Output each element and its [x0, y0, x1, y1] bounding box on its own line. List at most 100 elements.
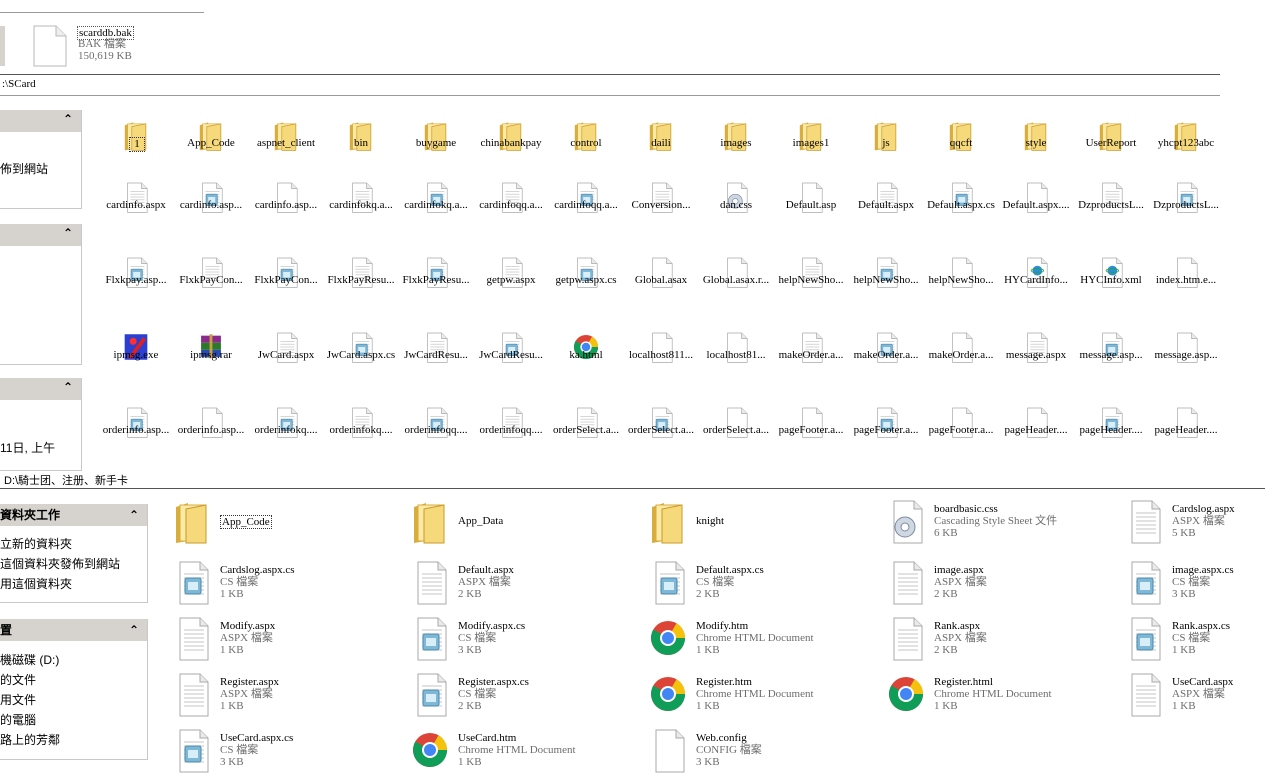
icon-item[interactable]: cardinfokq.a... [324, 180, 398, 224]
file-tile[interactable]: knight [644, 497, 874, 547]
icon-item[interactable]: Default.aspx.... [999, 180, 1073, 224]
icon-item[interactable]: cardinfo.aspx [99, 180, 173, 224]
icon-item[interactable]: helpNewSho... [774, 255, 848, 299]
icon-item[interactable]: getpw.aspx.cs [549, 255, 623, 299]
icon-item[interactable]: message.aspx [999, 330, 1073, 374]
icon-item[interactable]: helpNewSho... [924, 255, 998, 299]
icon-item[interactable]: pageFooter.a... [849, 405, 923, 449]
upper-address-bar[interactable]: :\SCard [2, 78, 36, 90]
chevron-up-icon[interactable]: ⌃ [63, 112, 73, 126]
place-local-disk[interactable]: 機磁碟 (D:) [0, 651, 59, 668]
icon-item[interactable]: daili [624, 118, 698, 162]
icon-item[interactable]: pageFooter.a... [774, 405, 848, 449]
icon-item[interactable]: UserReport [1074, 118, 1148, 162]
icon-item[interactable]: Flxkpay.asp... [99, 255, 173, 299]
icon-item[interactable]: ipmsg.exe [99, 330, 173, 374]
upper-pane-3-header[interactable]: ⌃ [0, 378, 81, 400]
icon-item[interactable]: orderinfo.asp... [174, 405, 248, 449]
icon-item[interactable]: pageFooter.a... [924, 405, 998, 449]
icon-item[interactable]: control [549, 118, 623, 162]
icon-item[interactable]: localhost811... [624, 330, 698, 374]
file-tile[interactable]: Register.htm Chrome HTML Document 1 KB [644, 670, 874, 720]
chevron-up-icon[interactable]: ⌃ [129, 619, 139, 641]
icon-item[interactable]: makeOrder.a... [774, 330, 848, 374]
file-tile[interactable]: Rank.aspx ASPX 檔案 2 KB [882, 614, 1112, 664]
place-shared-documents[interactable]: 用文件 [0, 691, 36, 708]
chevron-up-icon[interactable]: ⌃ [63, 226, 73, 240]
icon-item[interactable]: message.asp... [1074, 330, 1148, 374]
file-tile[interactable]: Cardslog.aspx ASPX 檔案 5 KB [1120, 497, 1279, 547]
icon-item[interactable]: JwCardResu... [474, 330, 548, 374]
icon-item[interactable]: FlxkPayCon... [174, 255, 248, 299]
icon-item[interactable]: cardinfo.asp... [249, 180, 323, 224]
place-my-documents[interactable]: 的文件 [0, 671, 36, 688]
icon-item[interactable]: ka.html [549, 330, 623, 374]
task-publish-web[interactable]: 這個資料夾發佈到網站 [0, 555, 120, 572]
file-tile[interactable]: Modify.aspx ASPX 檔案 1 KB [168, 614, 398, 664]
icon-item[interactable]: images [699, 118, 773, 162]
icon-item[interactable]: bin [324, 118, 398, 162]
file-tile[interactable]: Default.aspx ASPX 檔案 2 KB [406, 558, 636, 608]
file-tile[interactable]: image.aspx ASPX 檔案 2 KB [882, 558, 1112, 608]
icon-item[interactable]: cardinfoqq.a... [474, 180, 548, 224]
icon-item[interactable]: makeOrder.a... [924, 330, 998, 374]
icon-item[interactable]: FlxkPayResu... [399, 255, 473, 299]
icon-item[interactable]: buygame [399, 118, 473, 162]
icon-item[interactable]: Global.asax.r... [699, 255, 773, 299]
icon-item[interactable]: orderinfoqq.... [474, 405, 548, 449]
lower-address-bar[interactable]: D:\騎士团、注册、新手卡 [4, 472, 128, 488]
icon-item[interactable]: cardinfoqq.a... [549, 180, 623, 224]
icon-item[interactable]: FlxkPayResu... [324, 255, 398, 299]
icon-item[interactable]: pageHeader.... [1149, 405, 1223, 449]
upper-pane-2-header[interactable]: ⌃ [0, 224, 81, 246]
file-tile[interactable]: Rank.aspx.cs CS 檔案 1 KB [1120, 614, 1279, 664]
icon-item[interactable]: orderSelect.a... [699, 405, 773, 449]
chevron-up-icon[interactable]: ⌃ [129, 504, 139, 526]
icon-item[interactable]: FlxkPayCon... [249, 255, 323, 299]
icon-item[interactable]: helpNewSho... [849, 255, 923, 299]
task-share-folder[interactable]: 用這個資料夾 [0, 575, 72, 592]
file-tile[interactable]: App_Data [406, 497, 636, 547]
lower-pane-places-header[interactable]: 置 ⌃ [0, 619, 147, 641]
file-tile[interactable]: Modify.htm Chrome HTML Document 1 KB [644, 614, 874, 664]
icon-item[interactable]: orderinfokq.... [249, 405, 323, 449]
file-tile[interactable]: image.aspx.cs CS 檔案 3 KB [1120, 558, 1279, 608]
icon-item[interactable]: orderinfoqq.... [399, 405, 473, 449]
icon-item[interactable]: DzproductsL... [1149, 180, 1223, 224]
file-tile[interactable]: Cardslog.aspx.cs CS 檔案 1 KB [168, 558, 398, 608]
icon-item[interactable]: images1 [774, 118, 848, 162]
icon-item[interactable]: App_Code [174, 118, 248, 162]
file-tile[interactable]: Register.aspx.cs CS 檔案 2 KB [406, 670, 636, 720]
icon-item[interactable]: index.htm.e... [1149, 255, 1223, 299]
task-new-folder[interactable]: 立新的資料夾 [0, 535, 72, 552]
icon-item[interactable]: Default.aspx [849, 180, 923, 224]
icon-item[interactable]: js [849, 118, 923, 162]
icon-item[interactable]: Default.aspx.cs [924, 180, 998, 224]
file-tile[interactable]: Modify.aspx.cs CS 檔案 3 KB [406, 614, 636, 664]
icon-item[interactable]: aspnet_client [249, 118, 323, 162]
icon-item[interactable]: cardinfokq.a... [399, 180, 473, 224]
icon-item[interactable]: getpw.aspx [474, 255, 548, 299]
icon-item[interactable]: makeOrder.a... [849, 330, 923, 374]
icon-item[interactable]: JwCard.aspx [249, 330, 323, 374]
lower-pane-folder-tasks-header[interactable]: 資料夾工作 ⌃ [0, 504, 147, 526]
icon-item[interactable]: orderSelect.a... [549, 405, 623, 449]
icon-item[interactable]: HYCardInfo... [999, 255, 1073, 299]
icon-item[interactable]: pageHeader.... [1074, 405, 1148, 449]
icon-item[interactable]: ipmsg.rar [174, 330, 248, 374]
icon-item[interactable]: HYCInfo.xml [1074, 255, 1148, 299]
icon-item[interactable]: Conversion... [624, 180, 698, 224]
icon-item[interactable]: chinabankpay [474, 118, 548, 162]
icon-item[interactable]: orderSelect.a... [624, 405, 698, 449]
icon-item[interactable]: orderinfokq.... [324, 405, 398, 449]
icon-item[interactable]: JwCard.aspx.cs [324, 330, 398, 374]
icon-item[interactable]: cardinfo.asp... [174, 180, 248, 224]
icon-item[interactable]: Default.asp [774, 180, 848, 224]
file-tile[interactable]: Register.aspx ASPX 檔案 1 KB [168, 670, 398, 720]
upper-pane-1-item[interactable]: 佈到網站 [0, 160, 48, 177]
place-network[interactable]: 路上的芳鄰 [0, 731, 60, 748]
chevron-up-icon[interactable]: ⌃ [63, 380, 73, 394]
icon-item[interactable]: yhcpt123abc [1149, 118, 1223, 162]
file-tile[interactable]: boardbasic.css Cascading Style Sheet 文件 6 … [882, 497, 1112, 547]
icon-item[interactable]: DzproductsL... [1074, 180, 1148, 224]
